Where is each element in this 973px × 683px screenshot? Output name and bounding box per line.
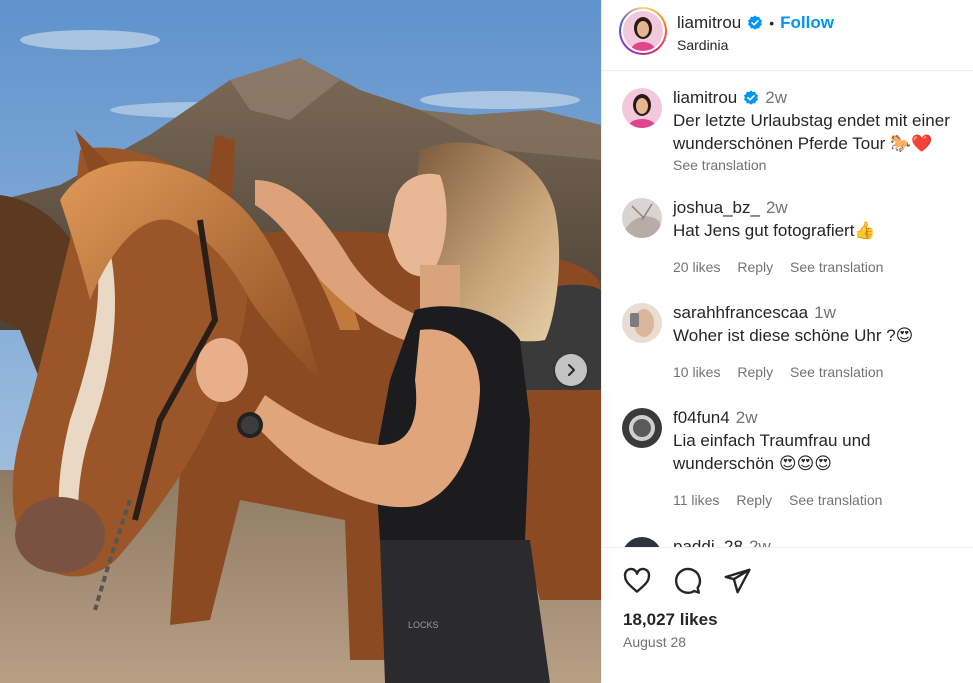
post-actions: 18,027 likes August 28 xyxy=(602,547,973,683)
likes-count[interactable]: 18,027 likes xyxy=(623,610,718,630)
follow-button[interactable]: Follow xyxy=(780,13,834,33)
author-username[interactable]: liamitrou xyxy=(677,13,741,33)
comments-list[interactable]: liamitrou 2w Der letzte Urlaubstag endet… xyxy=(602,72,973,547)
see-translation-link[interactable]: See translation xyxy=(789,492,882,508)
see-translation-link[interactable]: See translation xyxy=(790,259,883,275)
avatar-image xyxy=(622,408,662,448)
paper-plane-icon[interactable] xyxy=(722,566,752,596)
commenter-avatar[interactable] xyxy=(622,408,662,448)
post-photo[interactable]: LOCKS xyxy=(0,0,601,683)
post-side-panel: liamitrou • Follow Sardinia liamitrou 2w… xyxy=(601,0,973,683)
svg-text:LOCKS: LOCKS xyxy=(408,620,439,630)
comment-text: Lia einfach Traumfrau und wunderschön 😍😍… xyxy=(673,431,871,473)
caption-time[interactable]: 2w xyxy=(765,88,787,108)
post-date[interactable]: August 28 xyxy=(623,634,686,650)
verified-badge-icon xyxy=(744,90,759,105)
commenter-avatar[interactable] xyxy=(622,537,662,547)
caption-avatar[interactable] xyxy=(622,88,662,128)
comment-time[interactable]: 2w xyxy=(749,537,771,547)
horse-photo-image: LOCKS xyxy=(0,0,601,683)
avatar-image xyxy=(622,537,662,547)
commenter-avatar[interactable] xyxy=(622,303,662,343)
author-avatar[interactable] xyxy=(619,7,667,55)
reply-button[interactable]: Reply xyxy=(737,364,773,380)
comment-username[interactable]: paddi_28 xyxy=(673,537,743,547)
comment-username[interactable]: f04fun4 xyxy=(673,408,730,428)
avatar-image xyxy=(622,88,662,128)
comment-likes[interactable]: 20 likes xyxy=(673,259,720,275)
avatar-image xyxy=(622,198,662,238)
comment-time[interactable]: 2w xyxy=(736,408,758,428)
chevron-right-icon xyxy=(568,364,575,376)
comment-username[interactable]: joshua_bz_ xyxy=(673,198,760,218)
next-photo-button[interactable] xyxy=(555,354,587,386)
reply-button[interactable]: Reply xyxy=(736,492,772,508)
post-header: liamitrou • Follow Sardinia xyxy=(602,0,973,71)
comment-text: Hat Jens gut fotografiert👍 xyxy=(673,221,876,240)
caption-username[interactable]: liamitrou xyxy=(673,88,737,108)
comment-time[interactable]: 2w xyxy=(766,198,788,218)
caption-text: Der letzte Urlaubstag endet mit einer wu… xyxy=(673,111,950,153)
avatar-image xyxy=(622,303,662,343)
verified-badge-icon xyxy=(748,15,763,30)
comment-username[interactable]: sarahhfrancescaa xyxy=(673,303,808,323)
separator-dot: • xyxy=(769,15,775,31)
comment-likes[interactable]: 11 likes xyxy=(673,492,719,508)
see-translation-link[interactable]: See translation xyxy=(790,364,883,380)
avatar-image xyxy=(623,11,663,51)
heart-icon[interactable] xyxy=(622,566,652,596)
reply-button[interactable]: Reply xyxy=(737,259,773,275)
comment-text: Woher ist diese schöne Uhr ?😍 xyxy=(673,326,914,345)
see-translation-link[interactable]: See translation xyxy=(673,157,963,173)
comment-icon[interactable] xyxy=(672,566,702,596)
comment-likes[interactable]: 10 likes xyxy=(673,364,720,380)
commenter-avatar[interactable] xyxy=(622,198,662,238)
post-location[interactable]: Sardinia xyxy=(677,37,728,53)
comment-time[interactable]: 1w xyxy=(814,303,836,323)
